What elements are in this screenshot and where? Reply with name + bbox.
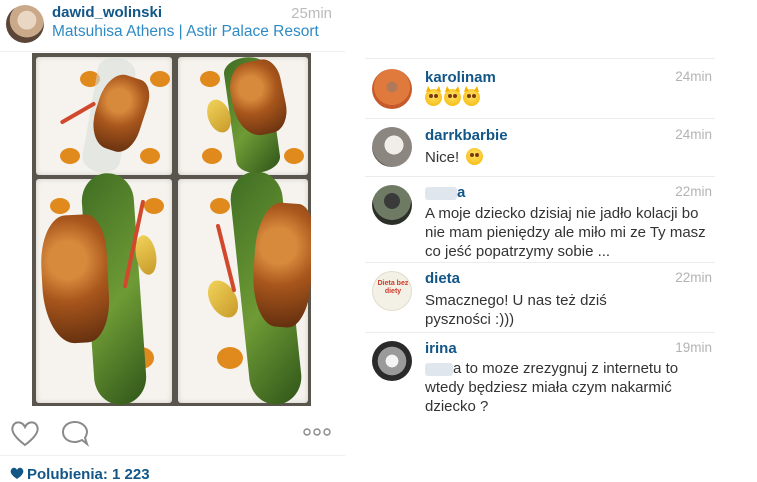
comment-item: karolinam 24min [365, 58, 715, 118]
comment-timestamp: 22min [675, 184, 712, 199]
comment-text: Smacznego! U nas też dziś pyszności :))) [425, 292, 607, 328]
likes-count[interactable]: Polubienia: 1 223 [10, 466, 150, 482]
sauce-dot [60, 148, 80, 164]
commenter-avatar[interactable] [372, 341, 412, 381]
post-actions-bar [0, 412, 345, 456]
comment-username[interactable]: irina [425, 340, 457, 357]
comment-text: A moje dziecko dzisiaj nie jadło kolacji… [425, 205, 706, 260]
speech-bubble-icon[interactable] [60, 419, 90, 447]
comment-text-content: Nice! [425, 149, 460, 166]
comment-username[interactable]: dieta [425, 270, 460, 287]
comment-timestamp: 22min [675, 270, 712, 285]
sauce-dot [210, 198, 230, 214]
commenter-avatar[interactable] [372, 185, 412, 225]
comment-timestamp: 19min [675, 340, 712, 355]
smiling-cat-emoji [425, 86, 442, 106]
comment-text-content: a to moze zrezygnuj z internetu to wtedy… [425, 360, 679, 415]
smiling-cat-emoji [444, 86, 461, 106]
post-panel: dawid_wolinski 25min Matsuhisa Athens | … [0, 0, 345, 482]
sauce-dot [284, 148, 304, 164]
comment-timestamp: 24min [675, 127, 712, 142]
heart-outline-icon[interactable] [9, 419, 41, 447]
redacted-mention [425, 362, 453, 376]
sauce-dot [150, 71, 170, 87]
comment-text [425, 86, 713, 108]
sauce-dot [200, 71, 220, 87]
post-author-username[interactable]: dawid_wolinski [52, 4, 162, 21]
sauce-dot [202, 148, 222, 164]
post-location[interactable]: Matsuhisa Athens | Astir Palace Resort [52, 23, 319, 41]
sauce-dot [217, 347, 243, 369]
likes-text: Polubienia: 1 223 [27, 466, 150, 482]
comment-text: a to moze zrezygnuj z internetu to wtedy… [425, 359, 713, 416]
post-timestamp: 25min [291, 5, 332, 22]
heart-filled-icon [10, 467, 24, 480]
comment-item: irina 19min a to moze zrezygnuj z intern… [365, 332, 715, 415]
redacted-username [425, 186, 457, 200]
comment-item: darrkbarbie 24min Nice! [365, 118, 715, 176]
comment-item: Dieta bez diety dieta 22min Smacznego! U… [365, 262, 715, 332]
heart-eyes-emoji [466, 148, 484, 165]
commenter-avatar[interactable] [372, 127, 412, 167]
comment-username[interactable]: a [425, 184, 465, 201]
post-header: dawid_wolinski 25min Matsuhisa Athens | … [0, 0, 345, 52]
comment-text: Nice! [425, 148, 713, 167]
comment-timestamp: 24min [675, 69, 712, 84]
comment-username[interactable]: darrkbarbie [425, 127, 508, 144]
post-author-avatar[interactable] [6, 5, 44, 43]
sauce-dot [140, 148, 160, 164]
avatar-logo-text: Dieta bez diety [377, 280, 409, 295]
commenter-avatar[interactable] [372, 69, 412, 109]
ellipsis-icon[interactable] [302, 425, 332, 437]
post-photo[interactable] [32, 53, 311, 406]
comment-item: a 22min A moje dziecko dzisiaj nie jadło… [365, 176, 715, 262]
sauce-dot [50, 198, 70, 214]
commenter-avatar[interactable]: Dieta bez diety [372, 271, 412, 311]
comment-username[interactable]: karolinam [425, 69, 496, 86]
smiling-cat-emoji [463, 86, 480, 106]
sauce-dot [144, 198, 164, 214]
